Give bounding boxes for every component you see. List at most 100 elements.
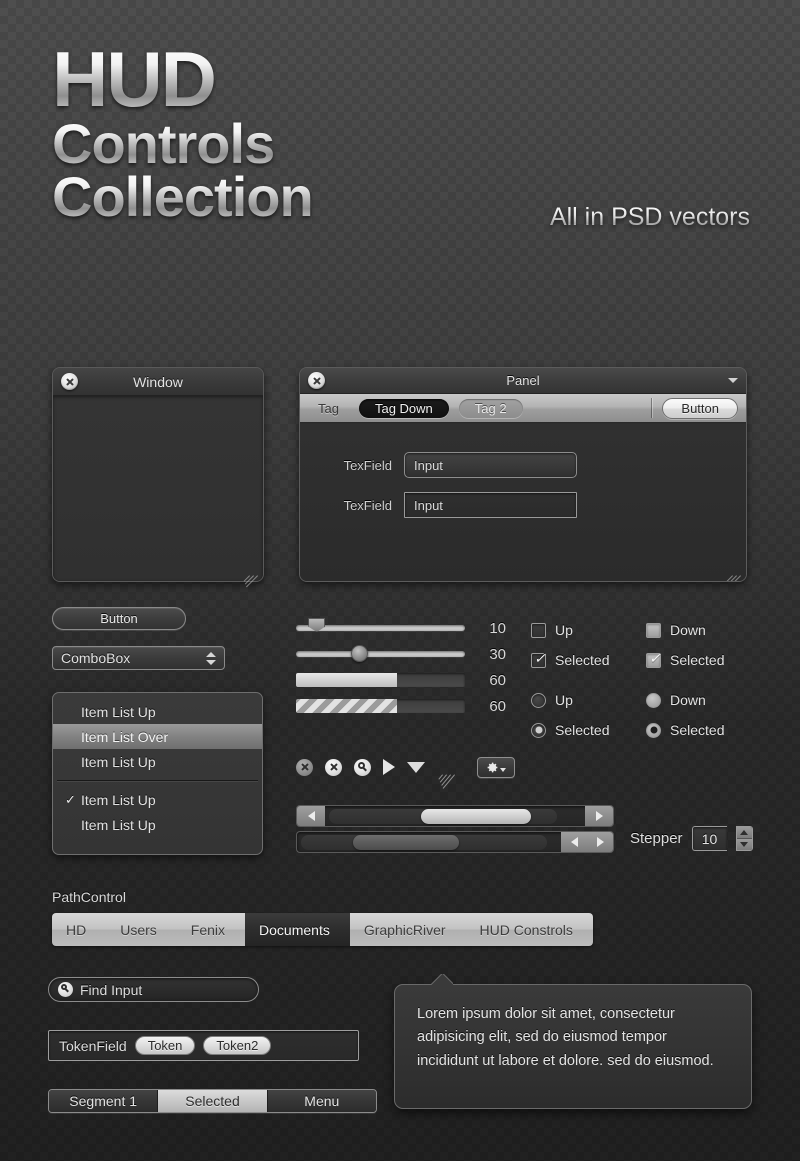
list-item[interactable]: Item List Up — [53, 699, 262, 724]
search-input-value: Find Input — [80, 981, 143, 998]
list-item[interactable]: ✓ Item List Up — [53, 787, 262, 812]
breadcrumb-item-hd[interactable]: HD — [52, 913, 108, 946]
close-circle-icon[interactable] — [308, 372, 325, 389]
checkbox-selected-down[interactable]: ✓ Selected — [646, 650, 761, 668]
scrollbar-track[interactable] — [297, 832, 561, 852]
scroll-left-arrow-icon[interactable] — [297, 806, 325, 826]
panel-titlebar[interactable]: Panel — [300, 368, 746, 394]
stepper-control[interactable]: Stepper 10 — [630, 826, 753, 851]
close-circle-dark-icon[interactable] — [296, 758, 313, 776]
pill-button[interactable]: Button — [52, 607, 186, 630]
slider-track[interactable] — [296, 618, 466, 632]
chevron-right-icon — [230, 913, 247, 946]
triangle-down-icon[interactable] — [407, 761, 425, 773]
close-circle-icon[interactable] — [61, 373, 78, 390]
toolbar-button[interactable]: Button — [662, 397, 738, 419]
checkbox-label: Up — [555, 622, 573, 638]
checkbox-label: Selected — [670, 652, 725, 668]
segmented-control[interactable]: Segment 1 Selected Menu — [48, 1089, 377, 1113]
window-component[interactable]: Window — [52, 367, 264, 588]
checkbox-icon[interactable] — [646, 622, 661, 638]
choices-group: Up Down ✓ Selected ✓ Selected Up Down Se… — [531, 615, 761, 745]
checkbox-down[interactable]: Down — [646, 622, 761, 638]
checkbox-icon[interactable] — [531, 622, 546, 638]
chevron-down-icon[interactable] — [728, 378, 738, 383]
breadcrumb-item-fenix[interactable]: Fenix — [176, 913, 247, 946]
toolbar-separator — [651, 398, 653, 418]
play-triangle-icon[interactable] — [383, 759, 395, 775]
breadcrumb-item-documents[interactable]: Documents — [245, 913, 351, 946]
scrollbar-bar[interactable] — [296, 831, 614, 853]
progress-row: 60 — [296, 667, 506, 693]
scrollbar-thumb[interactable] — [421, 809, 531, 824]
window-titlebar[interactable]: Window — [53, 368, 263, 396]
checkbox-selected-up[interactable]: ✓ Selected — [531, 650, 646, 668]
horizontal-scrollbar-paired-arrows[interactable] — [296, 831, 614, 853]
text-field-input-rounded[interactable]: Input — [404, 452, 577, 478]
path-control-label: PathControl — [52, 889, 126, 905]
breadcrumb-item-graphicriver[interactable]: GraphicRiver — [349, 913, 467, 946]
tag-button[interactable]: Tag — [308, 401, 349, 416]
slider-round-row: 30 — [296, 641, 506, 667]
radio-selected-icon[interactable] — [531, 722, 546, 738]
stepper-value[interactable]: 10 — [691, 826, 727, 851]
slider-thumb-pointed[interactable] — [308, 618, 326, 632]
radio-selected-icon[interactable] — [646, 722, 661, 738]
slider-pointed-row: 10 — [296, 615, 506, 641]
tooltip-pointer-icon — [431, 974, 453, 985]
breadcrumb-item-users[interactable]: Users — [106, 913, 178, 946]
progress-bar-striped — [296, 699, 466, 713]
sliders-group: 10 30 60 60 — [296, 615, 506, 719]
stepper-buttons[interactable] — [735, 826, 753, 851]
radio-down[interactable]: Down — [646, 692, 761, 708]
segment-1-button[interactable]: Segment 1 — [49, 1090, 159, 1112]
token-chip[interactable]: Token2 — [203, 1036, 272, 1055]
list-item[interactable]: Item List Up — [53, 812, 262, 837]
radio-icon[interactable] — [531, 692, 546, 708]
resize-grip-icon[interactable] — [243, 562, 258, 588]
panel-component[interactable]: Panel Tag Tag Down Tag 2 Button TexField… — [299, 367, 747, 582]
list-item[interactable]: Item List Over — [53, 724, 262, 749]
updown-arrows-icon[interactable] — [206, 651, 216, 665]
item-list-menu[interactable]: Item List Up Item List Over Item List Up… — [52, 692, 263, 855]
radio-up[interactable]: Up — [531, 692, 646, 708]
checkbox-checked-icon[interactable]: ✓ — [646, 650, 661, 668]
checkbox-checked-icon[interactable]: ✓ — [531, 650, 546, 668]
scrollbar-bar[interactable] — [296, 805, 614, 827]
radio-selected-down[interactable]: Selected — [646, 722, 761, 738]
stepper-down-icon[interactable] — [736, 838, 752, 850]
text-field-input-square[interactable]: Input — [404, 492, 577, 518]
tag-2-button[interactable]: Tag 2 — [458, 398, 523, 418]
token-field[interactable]: TokenField Token Token2 — [48, 1030, 359, 1061]
progress-value: 60 — [489, 671, 506, 689]
scroll-right-arrow-icon[interactable] — [587, 832, 613, 852]
resize-grip-icon[interactable] — [726, 562, 741, 581]
search-input[interactable]: Find Input — [48, 977, 259, 1002]
token-chip[interactable]: Token — [134, 1036, 196, 1055]
stepper-up-icon[interactable] — [736, 827, 752, 838]
breadcrumb[interactable]: HD Users Fenix Documents GraphicRiver HU… — [52, 913, 593, 946]
checkbox-up[interactable]: Up — [531, 622, 646, 638]
breadcrumb-label: HUD Constrols — [479, 921, 573, 938]
scrollbar-thumb[interactable] — [353, 835, 459, 850]
list-item-label: Item List Up — [81, 816, 156, 833]
radio-selected-up[interactable]: Selected — [531, 722, 646, 738]
scroll-right-arrow-icon[interactable] — [585, 806, 613, 826]
scrollbar-track[interactable] — [325, 806, 585, 826]
search-circle-icon[interactable] — [58, 982, 73, 997]
tag-down-button[interactable]: Tag Down — [358, 398, 449, 418]
search-circle-icon[interactable] — [354, 758, 371, 776]
combobox[interactable]: ComboBox — [52, 646, 225, 670]
slider-track[interactable] — [296, 645, 466, 662]
horizontal-scrollbar-split-arrows[interactable] — [296, 805, 614, 827]
slider-thumb-round[interactable] — [350, 645, 368, 662]
segment-menu-button[interactable]: Menu — [267, 1090, 376, 1112]
resize-grip-icon[interactable] — [437, 759, 455, 789]
scroll-left-arrow-icon[interactable] — [561, 832, 587, 852]
breadcrumb-item-hud-constrols[interactable]: HUD Constrols — [465, 913, 593, 946]
segment-selected-button[interactable]: Selected — [158, 1090, 268, 1112]
gear-menu-button[interactable] — [477, 756, 515, 778]
close-circle-light-icon[interactable] — [325, 758, 342, 776]
radio-icon[interactable] — [646, 692, 661, 708]
list-item[interactable]: Item List Up — [53, 749, 262, 774]
